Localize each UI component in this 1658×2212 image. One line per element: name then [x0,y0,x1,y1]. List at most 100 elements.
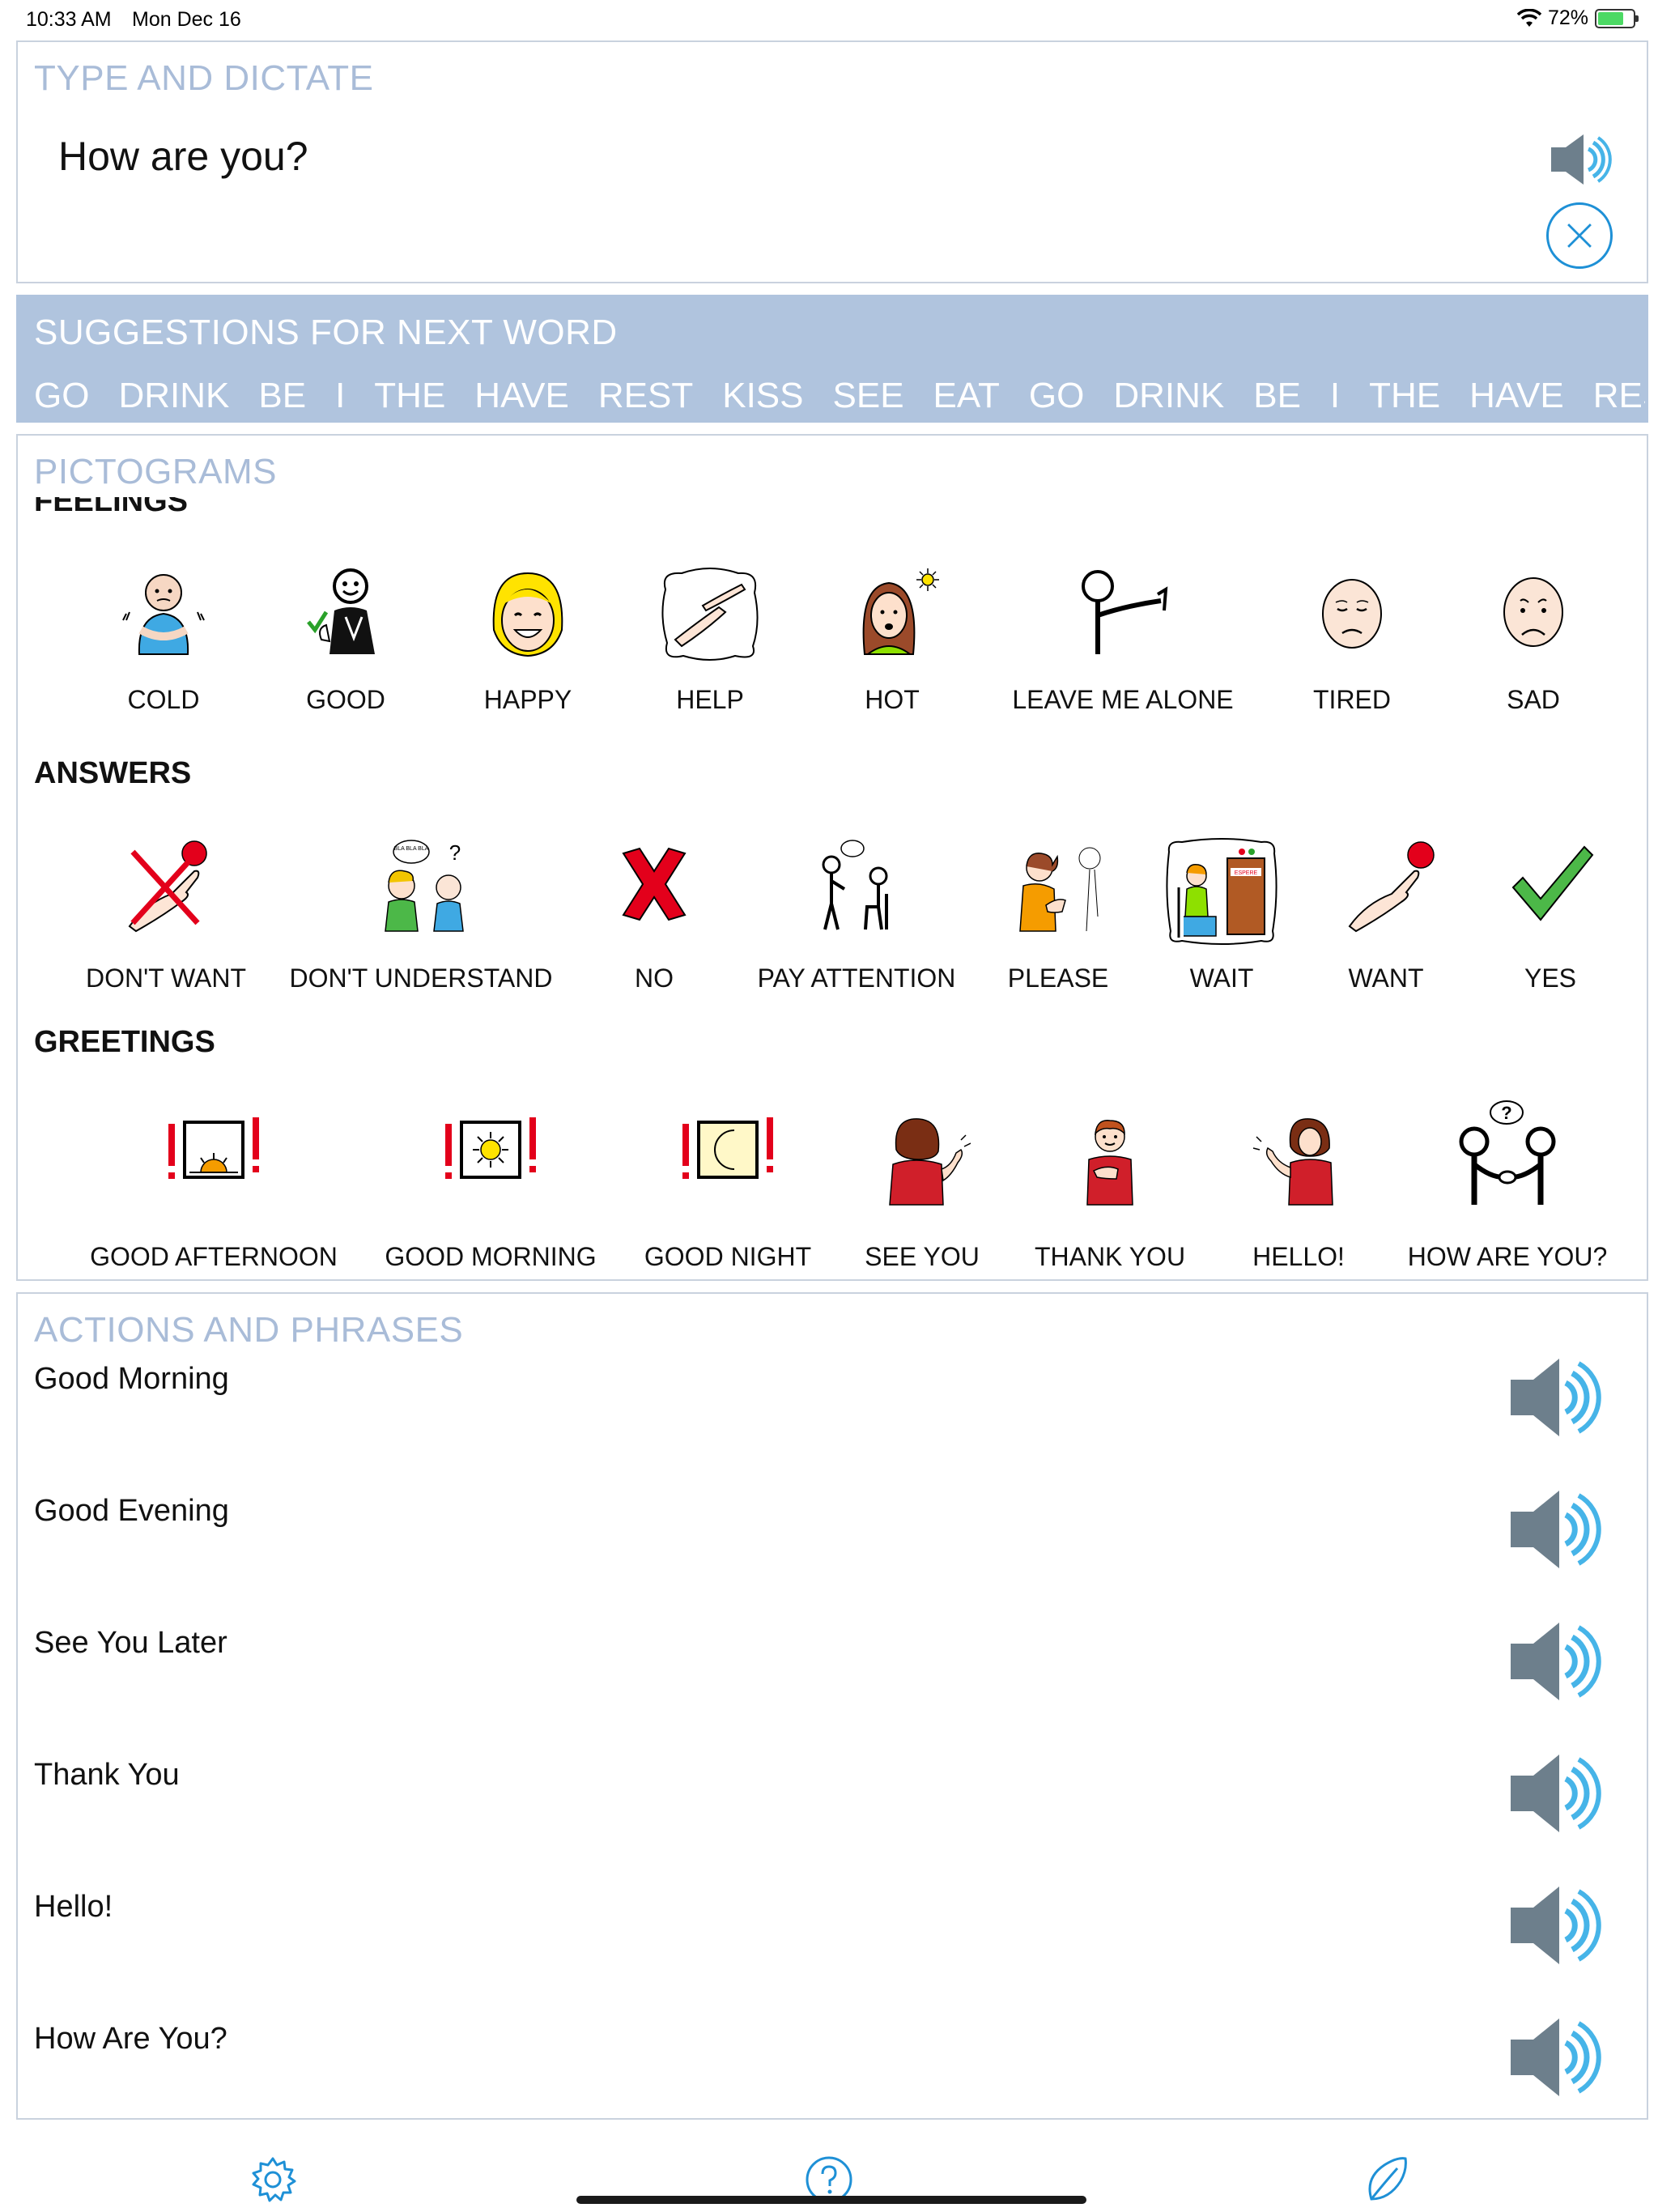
pictograms-title: PICTOGRAMS [34,452,278,491]
speaker-icon[interactable] [1506,2009,1603,2106]
suggestion-word[interactable]: SEE [833,376,904,416]
yes-pictogram-icon [1511,845,1594,921]
phrase-label: Good Morning [34,1362,229,1396]
actions-phrases-title: ACTIONS AND PHRASES [34,1310,464,1350]
dont-want-pictogram-icon [128,840,207,933]
good-afternoon-pictogram-icon [168,1117,259,1179]
pictogram-no[interactable]: NO [573,836,735,993]
pictogram-happy[interactable]: HAPPY [447,565,609,714]
pictogram-label: THANK YOU [1034,1242,1186,1271]
phrase-row[interactable]: Hello! [18,1877,1647,1974]
pictogram-tired[interactable]: TIRED [1271,565,1433,714]
suggestions-title: SUGGESTIONS FOR NEXT WORD [34,313,618,352]
pictogram-good[interactable]: GOOD [265,565,427,714]
dont-understand-pictogram-icon: BLA BLA BLA ? [385,840,464,932]
suggestion-word[interactable]: KISS [722,376,803,416]
suggestion-word[interactable]: BE [1253,376,1301,416]
pictogram-label: GOOD NIGHT [644,1242,812,1271]
pictogram-good-afternoon[interactable]: GOOD AFTERNOON [90,1109,338,1271]
phrase-row[interactable]: See You Later [18,1613,1647,1710]
phrase-row[interactable]: Good Evening [18,1481,1647,1578]
pictogram-dont-understand[interactable]: BLA BLA BLA ? DON'T UNDERSTAND [290,836,552,993]
dictation-text-input[interactable]: How are you? [58,133,308,180]
thank-you-pictogram-icon [1086,1120,1133,1206]
pictogram-good-night[interactable]: GOOD NIGHT [644,1109,811,1271]
speech-bubble-text: BLA BLA BLA [394,846,429,852]
good-morning-pictogram-icon [445,1117,536,1179]
leaf-brand-icon[interactable] [1360,2154,1412,2206]
suggestion-word[interactable]: DRINK [118,376,229,416]
phrase-row[interactable]: Good Morning [18,1349,1647,1446]
battery-icon [1595,8,1639,28]
speaker-icon[interactable] [1506,1481,1603,1578]
pictogram-label: GOOD MORNING [385,1242,597,1271]
status-bar: 10:33 AM Mon Dec 16 72% [0,0,1658,39]
wifi-icon [1516,8,1541,27]
phrase-row[interactable]: Thank You [18,1745,1647,1842]
pictogram-label: TIRED [1313,685,1391,714]
how-are-you-pictogram-icon: ? [1459,1100,1556,1205]
suggestion-word[interactable]: EAT [933,376,1000,416]
pictogram-label: SAD [1507,685,1560,714]
suggestion-word[interactable]: I [1330,376,1340,416]
pictogram-see-you[interactable]: SEE YOU [841,1109,1003,1271]
category-heading-feelings: FEELINGS [34,497,189,517]
speaker-icon[interactable] [1506,1745,1603,1842]
pictogram-label: YES [1524,963,1577,993]
pictogram-dont-want[interactable]: DON'T WANT [85,836,247,993]
settings-gear-icon[interactable] [247,2154,299,2206]
pictogram-label: HELLO! [1252,1242,1345,1271]
no-pictogram-icon [622,847,687,921]
pictogram-leave-me-alone[interactable]: LEAVE ME ALONE [1012,565,1234,714]
phrase-label: How Are You? [34,2022,227,2056]
want-pictogram-icon [1348,841,1435,933]
status-time: 10:33 AM [26,8,112,31]
speaker-icon[interactable] [1506,1877,1603,1974]
category-heading-greetings: GREETINGS [34,1025,215,1059]
suggestion-word[interactable]: HAVE [474,376,569,416]
hot-pictogram-icon [862,568,939,655]
pictogram-help[interactable]: HELP [629,565,791,714]
pictogram-good-morning[interactable]: GOOD MORNING [385,1109,597,1271]
pictogram-cold[interactable]: COLD [83,565,244,714]
please-pictogram-icon [1019,847,1101,932]
category-heading-answers: ANSWERS [34,756,192,790]
pictogram-want[interactable]: WANT [1305,836,1467,993]
clear-text-close-icon[interactable] [1546,202,1613,269]
pictogram-wait[interactable]: ESPERE WAIT [1141,836,1303,993]
suggestion-word[interactable]: GO [1029,376,1084,416]
battery-percent: 72% [1547,6,1588,29]
pictogram-how-are-you[interactable]: ? HOW ARE YOU? [1408,1100,1607,1271]
pictogram-label: WAIT [1189,963,1254,993]
phrase-row[interactable]: How Are You? [18,2009,1647,2106]
status-date: Mon Dec 16 [132,8,241,31]
pictogram-label: WANT [1348,963,1424,993]
suggestion-word[interactable]: THE [1369,376,1440,416]
suggestion-word[interactable]: I [335,376,345,416]
pictogram-please[interactable]: PLEASE [977,836,1139,993]
actions-phrases-panel: ACTIONS AND PHRASES Good Morning Good Ev… [16,1292,1648,2120]
suggestion-word[interactable]: THE [374,376,445,416]
pictogram-thank-you[interactable]: THANK YOU [1029,1109,1191,1271]
pictogram-label: GOOD AFTERNOON [90,1242,338,1271]
speak-text-speaker-icon[interactable] [1548,131,1613,188]
speaker-icon[interactable] [1506,1613,1603,1710]
pictogram-label: HAPPY [483,685,572,714]
pictogram-label: SEE YOU [865,1242,980,1271]
pictogram-label: DON'T WANT [85,963,247,993]
home-indicator[interactable] [576,2196,1086,2204]
pictogram-hot[interactable]: HOT [811,565,973,714]
see-you-pictogram-icon [889,1118,971,1206]
pictogram-hello[interactable]: HELLO! [1218,1109,1380,1271]
pictogram-pay-attention[interactable]: PAY ATTENTION [758,836,955,993]
pictogram-sad[interactable]: SAD [1452,565,1614,714]
suggestion-word[interactable]: BE [258,376,306,416]
speaker-icon[interactable] [1506,1349,1603,1446]
pictogram-yes[interactable]: YES [1469,836,1631,993]
suggestion-word[interactable]: REST [1593,376,1645,416]
suggestion-word[interactable]: HAVE [1469,376,1564,416]
suggestion-word[interactable]: GO [34,376,89,416]
pictogram-label: HELP [676,685,744,714]
suggestion-word[interactable]: DRINK [1113,376,1224,416]
suggestion-word[interactable]: REST [598,376,693,416]
